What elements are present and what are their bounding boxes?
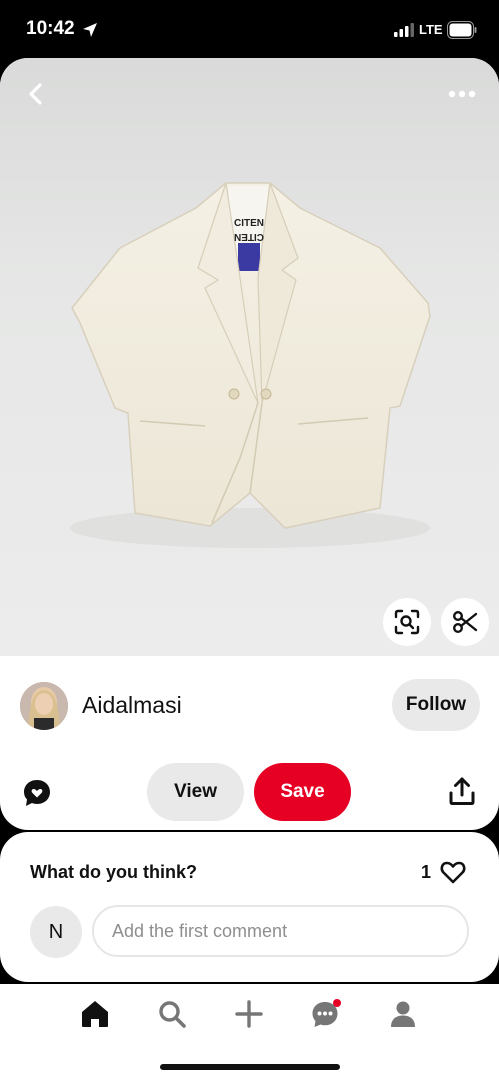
- scissors-icon: [453, 611, 478, 633]
- like-count: 1: [421, 862, 432, 882]
- cell-signal-icon: [394, 23, 414, 37]
- notification-dot-icon: [333, 999, 341, 1007]
- status-time: 10:42: [26, 18, 75, 39]
- action-row: View Save: [0, 758, 499, 828]
- status-bar: 10:42 LTE: [0, 0, 499, 58]
- current-user-avatar: N: [30, 906, 82, 958]
- follow-button[interactable]: Follow: [392, 679, 480, 731]
- plus-icon: [235, 1000, 263, 1028]
- creator-row: Aidalmasi Follow: [0, 656, 499, 756]
- comment-input[interactable]: [92, 905, 469, 957]
- more-options-icon[interactable]: [447, 83, 477, 105]
- creator-name[interactable]: Aidalmasi: [82, 692, 182, 719]
- home-icon: [82, 1001, 108, 1027]
- avatar[interactable]: [20, 682, 68, 730]
- garment-label-text-mirrored: CITEN: [234, 231, 264, 242]
- back-arrow-icon[interactable]: [22, 80, 50, 108]
- visual-search-button[interactable]: [383, 598, 431, 646]
- comments-card: What do you think? 1 N: [0, 832, 499, 982]
- view-button[interactable]: View: [147, 763, 244, 821]
- nav-search[interactable]: [152, 996, 192, 1032]
- pin-card: CITEN CITEN Aidalmasi Follow View Save: [0, 58, 499, 830]
- location-arrow-icon: [83, 23, 97, 37]
- cutout-button[interactable]: [441, 598, 489, 646]
- jacket-photo: CITEN CITEN: [70, 182, 431, 548]
- save-button[interactable]: Save: [254, 763, 351, 821]
- comments-title: What do you think?: [30, 862, 197, 882]
- messages-icon: [312, 999, 341, 1027]
- battery-icon: [447, 21, 477, 39]
- network-type: LTE: [419, 22, 443, 37]
- search-icon: [159, 1001, 186, 1028]
- garment-label-text: CITEN: [234, 218, 264, 229]
- nav-create[interactable]: [229, 996, 269, 1032]
- nav-home[interactable]: [75, 996, 115, 1032]
- bottom-nav: [0, 984, 499, 1080]
- profile-icon: [391, 1001, 415, 1027]
- share-icon[interactable]: [448, 776, 476, 806]
- home-indicator: [160, 1064, 340, 1070]
- comment-bubble-icon[interactable]: [22, 778, 52, 808]
- lens-search-icon: [394, 609, 420, 635]
- nav-messages[interactable]: [306, 996, 346, 1032]
- nav-profile[interactable]: [383, 996, 423, 1032]
- pin-image[interactable]: CITEN CITEN: [0, 58, 499, 656]
- heart-icon[interactable]: [440, 860, 466, 884]
